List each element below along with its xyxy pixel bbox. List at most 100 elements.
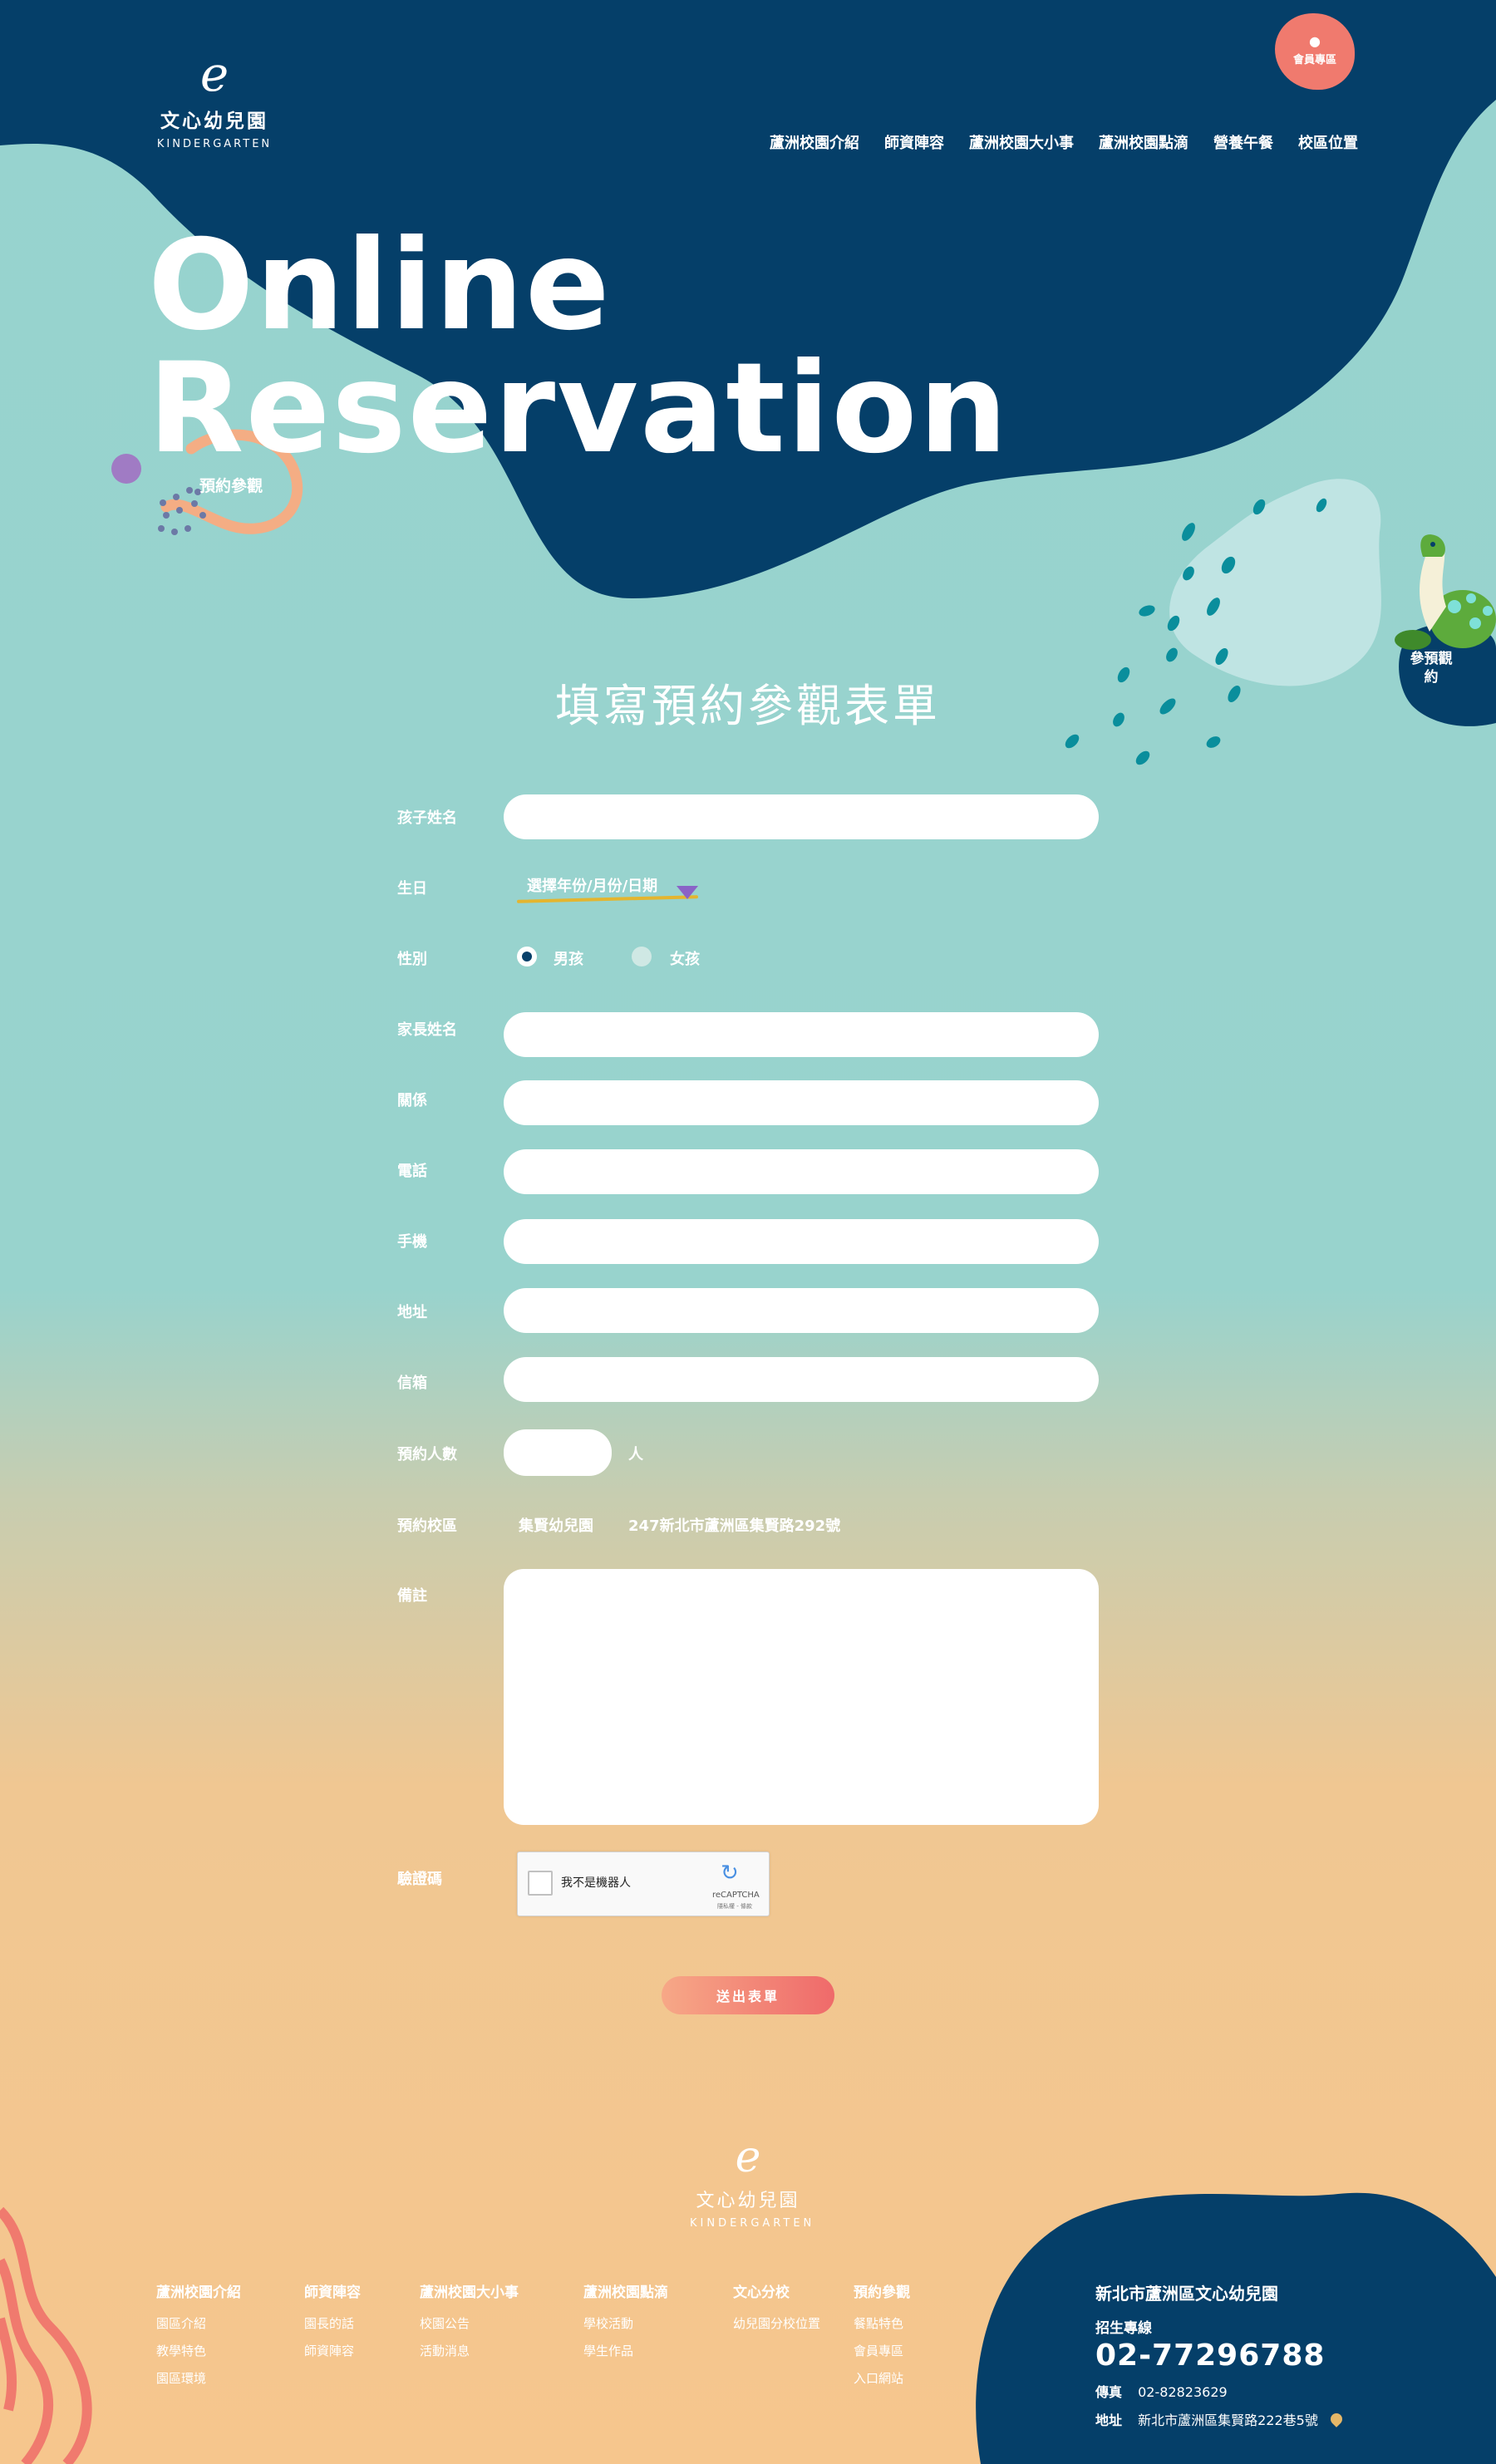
fax-line: 傳真 02-82823629 [1095,2381,1342,2401]
footer-col-title[interactable]: 蘆洲校園介紹 [156,2280,241,2301]
campus-label: 預約校區 [397,1517,457,1535]
nav-item-lunch[interactable]: 營養午餐 [1213,131,1273,153]
phone-input[interactable] [504,1149,1099,1194]
notes-label: 備註 [397,1587,427,1605]
logo-mark: e [199,46,229,102]
address-label: 地址 [397,1304,427,1321]
footer-link[interactable]: 教學特色 [156,2342,241,2359]
dropdown-arrow-icon[interactable] [677,886,698,899]
footer-col-campus-moments: 蘆洲校園點滴 學校活動 學生作品 [583,2280,668,2369]
recaptcha-widget: 我不是機器人 ↻ reCAPTCHA 隱私權 - 條款 [517,1852,770,1916]
hero-title: Online Reservation [148,214,1010,481]
nav-item-location[interactable]: 校區位置 [1298,131,1358,153]
fax-label: 傳真 [1095,2384,1123,2400]
notes-textarea[interactable] [504,1569,1099,1825]
site-logo[interactable]: e 文心幼兒園 KINDERGARTEN [156,50,273,150]
relation-label: 關係 [397,1092,427,1109]
form-heading: 填寫預約參觀表單 [555,680,941,732]
footer-link[interactable]: 入口網站 [854,2369,910,2387]
footer-contact: 新北市蘆洲區文心幼兒園 招生專線 02-77296788 傳真 02-82823… [1095,2280,1345,2429]
footer-logo[interactable]: e 文心幼兒園 KINDERGARTEN [690,2132,815,2230]
nav-item-campus-news[interactable]: 蘆洲校園大小事 [969,131,1074,153]
dino-mascot [1395,534,1496,650]
gender-boy-label: 男孩 [554,951,583,968]
email-label: 信箱 [397,1375,427,1392]
campus-name: 集賢幼兒園 [519,1517,593,1535]
recaptcha-icon: ↻ [721,1861,739,1886]
footer-link[interactable]: 園區介紹 [156,2314,241,2332]
member-area-button[interactable]: ● 會員專區 [1275,13,1355,90]
footer-link[interactable]: 園區環境 [156,2369,241,2387]
mobile-input[interactable] [504,1219,1099,1264]
hero-title-line1: Online [148,214,612,358]
footer-link[interactable]: 學生作品 [583,2342,668,2359]
gender-boy-radio[interactable] [517,947,537,966]
footer-col-reservation: 預約參觀 餐點特色 會員專區 入口網站 [854,2280,910,2397]
hotline-number[interactable]: 02-77296788 [1095,2339,1342,2373]
footer-col-title[interactable]: 預約參觀 [854,2280,910,2301]
mobile-label: 手機 [397,1233,427,1251]
gender-girl-label: 女孩 [670,951,700,968]
parent-name-label: 家長姓名 [397,1021,457,1039]
contact-org-name: 新北市蘆洲區文心幼兒園 [1095,2284,1278,2304]
footer-col-campus-news: 蘆洲校園大小事 校園公告 活動消息 [420,2280,519,2369]
parent-name-input[interactable] [504,1012,1099,1057]
user-icon: ● [1309,33,1321,49]
footer-logo-mark: e [735,2132,761,2182]
nav-item-campus-intro[interactable]: 蘆洲校園介紹 [770,131,859,153]
campus-address: 247新北市蘆洲區集賢路292號 [628,1517,841,1535]
footer-link[interactable]: 會員專區 [854,2342,910,2359]
footer-col-title[interactable]: 蘆洲校園大小事 [420,2280,519,2301]
relation-input[interactable] [504,1080,1099,1125]
footer-col-title[interactable]: 文心分校 [733,2280,820,2301]
footer-col-title[interactable]: 師資陣容 [304,2280,361,2301]
child-name-label: 孩子姓名 [397,809,457,827]
hotline-label: 招生專線 [1095,2320,1152,2337]
gender-label: 性別 [397,951,427,968]
count-unit: 人 [628,1446,643,1463]
submit-button[interactable]: 送出表單 [662,1976,834,2014]
map-pin-icon[interactable] [1328,2411,1345,2427]
footer-link[interactable]: 師資陣容 [304,2342,361,2359]
logo-subtitle: KINDERGARTEN [156,138,273,150]
birthday-label: 生日 [397,880,427,898]
child-name-input[interactable] [504,794,1099,839]
main-nav: 蘆洲校園介紹 師資陣容 蘆洲校園大小事 蘆洲校園點滴 營養午餐 校區位置 [770,131,1358,153]
coral-swirl [0,2206,92,2464]
footer-logo-subtitle: KINDERGARTEN [690,2217,815,2230]
fax-number: 02-82823629 [1138,2384,1228,2400]
gender-girl-radio[interactable] [632,947,652,966]
count-label: 預約人數 [397,1446,457,1463]
birthday-select[interactable]: 選擇年份/月份/日期 [527,874,657,896]
footer-link[interactable]: 學校活動 [583,2314,668,2332]
count-input[interactable] [504,1429,612,1476]
footer-link[interactable]: 園長的話 [304,2314,361,2332]
footer-link[interactable]: 校園公告 [420,2314,519,2332]
email-input[interactable] [504,1357,1099,1402]
footer-logo-name: 文心幼兒園 [696,2191,800,2211]
light-blob [1169,479,1381,686]
hero-title-line2: Reservation [148,337,1010,481]
address-text: 新北市蘆洲區集賢路222巷5號 [1138,2412,1318,2428]
footer-col-title[interactable]: 蘆洲校園點滴 [583,2280,668,2301]
phone-label: 電話 [397,1163,427,1180]
hero-tag: 預約參觀 [199,477,263,495]
footer-link[interactable]: 餐點特色 [854,2314,910,2332]
purple-dot [111,454,141,484]
footer-col-branches: 文心分校 幼兒園分校位置 [733,2280,820,2342]
logo-name: 文心幼兒園 [160,111,268,132]
recaptcha-terms[interactable]: 隱私權 - 條款 [717,1902,752,1911]
address-label-footer: 地址 [1095,2412,1123,2428]
captcha-label: 驗證碼 [397,1871,442,1888]
nav-item-teachers[interactable]: 師資陣容 [884,131,944,153]
recaptcha-text: 我不是機器人 [561,1876,631,1890]
footer-col-teachers: 師資陣容 園長的話 師資陣容 [304,2280,361,2369]
address-input[interactable] [504,1288,1099,1333]
footer-link[interactable]: 幼兒園分校位置 [733,2314,820,2332]
address-line: 地址 新北市蘆洲區集賢路222巷5號 [1095,2409,1345,2429]
footer-link[interactable]: 活動消息 [420,2342,519,2359]
recaptcha-brand: reCAPTCHA [712,1891,760,1900]
member-area-label: 會員專區 [1292,54,1336,66]
recaptcha-checkbox[interactable] [528,1871,553,1896]
nav-item-campus-moments[interactable]: 蘆洲校園點滴 [1099,131,1188,153]
